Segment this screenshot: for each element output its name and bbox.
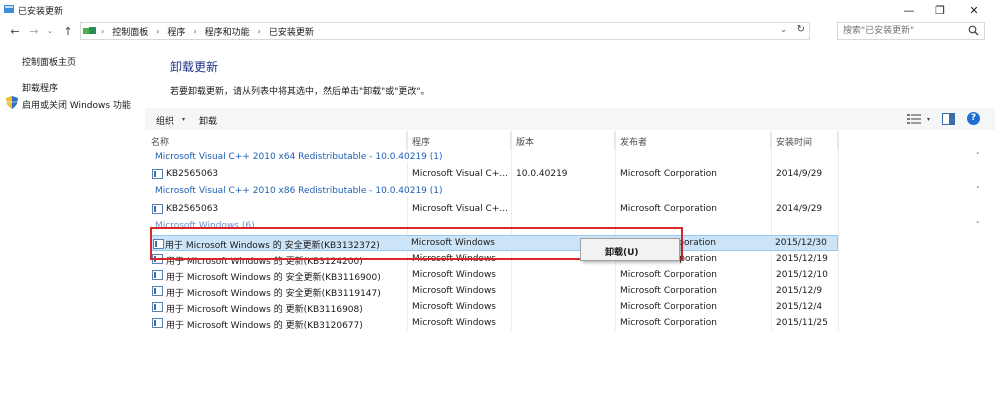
context-menu-uninstall[interactable]: 卸载(U): [605, 245, 639, 258]
window-title: 已安装更新: [18, 7, 64, 17]
cell-name: KB2565063: [166, 169, 219, 179]
cell-program: Microsoft Visual C+...: [412, 204, 508, 214]
column-header-installed-on[interactable]: 安装时间: [771, 131, 838, 150]
address-dropdown-icon[interactable]: ⌄: [780, 25, 787, 34]
shield-icon: [6, 96, 18, 109]
cell-program: Microsoft Windows: [412, 302, 496, 312]
preview-pane-icon[interactable]: [942, 113, 955, 125]
cell-version: 10.0.40219: [516, 169, 568, 179]
column-header-program[interactable]: 程序: [407, 131, 511, 150]
column-header-version[interactable]: 版本: [511, 131, 615, 150]
cell-installed-on: 2015/12/19: [776, 254, 828, 264]
update-package-icon: [152, 302, 163, 312]
breadcrumb-separator: ›: [257, 26, 261, 36]
cell-publisher: Microsoft Corporation: [620, 204, 717, 214]
left-pane: 控制面板主页 卸载程序 启用或关闭 Windows 功能: [0, 42, 145, 413]
search-icon[interactable]: [968, 25, 979, 36]
cell-installed-on: 2014/9/29: [776, 169, 823, 179]
collapse-chevron-icon[interactable]: ˄: [976, 186, 980, 194]
cell-publisher: Microsoft Corporation: [620, 302, 717, 312]
breadcrumb-control-panel[interactable]: 控制面板: [112, 25, 148, 38]
breadcrumb-separator: ›: [193, 26, 197, 36]
control-panel-home-link[interactable]: 控制面板主页: [22, 55, 76, 68]
page-title: 卸载更新: [170, 60, 219, 74]
cell-installed-on: 2014/9/29: [776, 204, 823, 214]
help-icon[interactable]: ?: [967, 112, 980, 125]
view-details-icon[interactable]: [907, 113, 921, 125]
cell-program: Microsoft Windows: [412, 270, 496, 280]
cell-name: 用于 Microsoft Windows 的 安全更新(KB3116900): [166, 273, 381, 283]
refresh-button[interactable]: ↻: [797, 24, 805, 35]
breadcrumb-separator: ›: [101, 26, 105, 36]
maximize-button[interactable]: ❐: [923, 0, 957, 20]
back-button[interactable]: ←: [8, 23, 22, 39]
control-panel-breadcrumb-icon: [83, 27, 96, 34]
search-input[interactable]: [838, 23, 966, 39]
bottom-fade: [0, 360, 995, 413]
cell-name: 用于 Microsoft Windows 的 更新(KB3116908): [166, 305, 363, 315]
breadcrumb-programs-and-features[interactable]: 程序和功能: [205, 25, 250, 38]
control-panel-icon: [4, 5, 14, 13]
windows-features-link[interactable]: 启用或关闭 Windows 功能: [22, 98, 131, 111]
breadcrumb-separator: ›: [156, 26, 160, 36]
group-label: Microsoft Visual C++ 2010 x86 Redistribu…: [155, 186, 447, 196]
table-row[interactable]: 用于 Microsoft Windows 的 安全更新(KB3119147) M…: [150, 283, 838, 299]
cell-name: 用于 Microsoft Windows 的 安全更新(KB3119147): [166, 289, 381, 299]
cell-publisher: Microsoft Corporation: [620, 318, 717, 328]
group-label: Microsoft Visual C++ 2010 x64 Redistribu…: [155, 152, 447, 162]
uninstall-program-link[interactable]: 卸载程序: [22, 81, 58, 94]
table-row[interactable]: KB2565063 Microsoft Visual C+... Microso…: [150, 201, 838, 217]
command-bar: 组织 ▾ 卸载 ▾ ?: [145, 108, 995, 130]
address-bar[interactable]: › 控制面板 › 程序 › 程序和功能 › 已安装更新 ⌄ ↻: [80, 22, 810, 40]
table-row[interactable]: 用于 Microsoft Windows 的 更新(KB3120677) Mic…: [150, 315, 838, 331]
update-package-icon: [152, 318, 163, 328]
update-package-icon: [152, 204, 163, 214]
context-menu: 卸载(U): [580, 238, 680, 261]
close-button[interactable]: ✕: [957, 0, 991, 20]
view-dropdown-icon[interactable]: ▾: [927, 116, 930, 123]
forward-button[interactable]: →: [27, 23, 41, 39]
cell-publisher: Microsoft Corporation: [620, 270, 717, 280]
organize-dropdown-icon[interactable]: ▾: [182, 116, 185, 123]
table-row[interactable]: 用于 Microsoft Windows 的 更新(KB3116908) Mic…: [150, 299, 838, 315]
cell-publisher: Microsoft Corporation: [620, 169, 717, 179]
cell-installed-on: 2015/12/10: [776, 270, 828, 280]
organize-button[interactable]: 组织: [156, 114, 174, 127]
uninstall-button[interactable]: 卸载: [199, 114, 217, 127]
update-package-icon: [152, 169, 163, 179]
minimize-button[interactable]: —: [892, 0, 926, 20]
cell-program: Microsoft Windows: [412, 286, 496, 296]
cell-publisher: Microsoft Corporation: [620, 286, 717, 296]
cell-program: Microsoft Windows: [412, 318, 496, 328]
group-header-vcpp-x64[interactable]: Microsoft Visual C++ 2010 x64 Redistribu…: [150, 150, 985, 166]
cell-installed-on: 2015/12/30: [775, 238, 827, 248]
cell-name: 用于 Microsoft Windows 的 更新(KB3120677): [166, 321, 363, 331]
cell-installed-on: 2015/12/9: [776, 286, 823, 296]
up-button[interactable]: ↑: [61, 23, 75, 39]
breadcrumb-installed-updates[interactable]: 已安装更新: [269, 25, 314, 38]
table-row[interactable]: 用于 Microsoft Windows 的 安全更新(KB3116900) M…: [150, 267, 838, 283]
navigation-bar: ← → ⌄ ↑ › 控制面板 › 程序 › 程序和功能 › 已安装更新 ⌄ ↻: [0, 20, 995, 42]
cell-program: Microsoft Visual C+...: [412, 169, 508, 179]
cell-name: KB2565063: [166, 204, 219, 214]
update-package-icon: [152, 270, 163, 280]
breadcrumb-programs[interactable]: 程序: [167, 25, 185, 38]
recent-locations-button[interactable]: ⌄: [45, 23, 55, 39]
cell-installed-on: 2015/12/4: [776, 302, 823, 312]
table-row[interactable]: KB2565063 Microsoft Visual C+... 10.0.40…: [150, 166, 838, 182]
column-header-publisher[interactable]: 发布者: [615, 131, 771, 150]
column-header-name[interactable]: 名称: [146, 131, 407, 150]
cell-installed-on: 2015/11/25: [776, 318, 828, 328]
collapse-chevron-icon[interactable]: ˄: [976, 221, 980, 229]
page-description: 若要卸载更新，请从列表中将其选中，然后单击"卸载"或"更改"。: [170, 87, 430, 97]
title-bar: 已安装更新 — ❐ ✕: [0, 0, 995, 20]
collapse-chevron-icon[interactable]: ˄: [976, 152, 980, 160]
group-header-vcpp-x86[interactable]: Microsoft Visual C++ 2010 x86 Redistribu…: [150, 184, 985, 200]
search-box[interactable]: [837, 22, 985, 40]
update-package-icon: [152, 286, 163, 296]
